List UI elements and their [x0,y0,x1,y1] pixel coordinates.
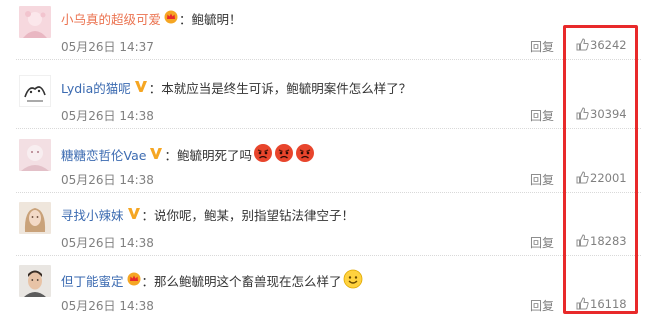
crown-badge-icon [127,272,141,291]
username-link[interactable]: 糖糖恋哲伦Vae [61,148,146,163]
comment-item: 但丁能蜜定 ：那么鲍毓明这个畜兽现在怎么样了 05月26日 14:38 回复 16… [0,255,645,319]
comment-item: 小乌真的超级可爱 ：鲍毓明！ 05月26日 14:37 回复 36242 [0,0,645,60]
reply-button[interactable]: 回复 [530,38,554,55]
avatar[interactable] [19,202,51,234]
comment-text: ：说你呢，鲍某，别指望钻法律空子！ [141,208,355,223]
username-link[interactable]: Lydia的猫呢 [61,81,131,96]
username-link[interactable]: 小乌真的超级可爱 [61,12,161,27]
comment-text: ：那么鲍毓明这个畜兽现在怎么样了 [141,274,342,289]
reply-button[interactable]: 回复 [530,107,554,124]
vip-badge-icon [127,206,141,225]
comment-text: ：鲍毓明！ [179,12,242,27]
comment-text: ：本就应当是终生可诉，鲍毓明案件怎么样了？ [148,81,412,96]
crown-badge-icon [164,10,178,29]
divider [16,59,641,60]
avatar[interactable] [19,75,51,107]
comment-item: 寻找小辣妹 ：说你呢，鲍某，别指望钻法律空子！ 05月26日 14:38 回复 1… [0,192,645,256]
comment-item: Lydia的猫呢 ：本就应当是终生可诉，鲍毓明案件怎么样了？ 05月26日 14:… [0,65,645,129]
vip-badge-icon [134,79,148,98]
timestamp: 05月26日 14:38 [61,236,154,250]
timestamp: 05月26日 14:37 [61,40,154,54]
reply-button[interactable]: 回复 [530,234,554,251]
reply-button[interactable]: 回复 [530,297,554,314]
avatar[interactable] [19,6,51,38]
avatar[interactable] [19,139,51,171]
avatar[interactable] [19,265,51,297]
timestamp: 05月26日 14:38 [61,299,154,313]
comment-item: 糖糖恋哲伦Vae ：鲍毓明死了吗 05月26日 14:38 回复 22001 [0,129,645,193]
username-link[interactable]: 但丁能蜜定 [61,274,124,289]
angry-face-icon [274,143,294,168]
reply-button[interactable]: 回复 [530,171,554,188]
username-link[interactable]: 寻找小辣妹 [61,208,124,223]
angry-face-icon [295,143,315,168]
vip-badge-icon [149,146,163,165]
highlight-box [563,25,638,314]
smile-face-icon [343,269,363,294]
timestamp: 05月26日 14:38 [61,173,154,187]
comment-list: 小乌真的超级可爱 ：鲍毓明！ 05月26日 14:37 回复 36242 Lydi… [0,0,645,327]
timestamp: 05月26日 14:38 [61,109,154,123]
comment-text: ：鲍毓明死了吗 [164,148,252,163]
angry-face-icon [253,143,273,168]
